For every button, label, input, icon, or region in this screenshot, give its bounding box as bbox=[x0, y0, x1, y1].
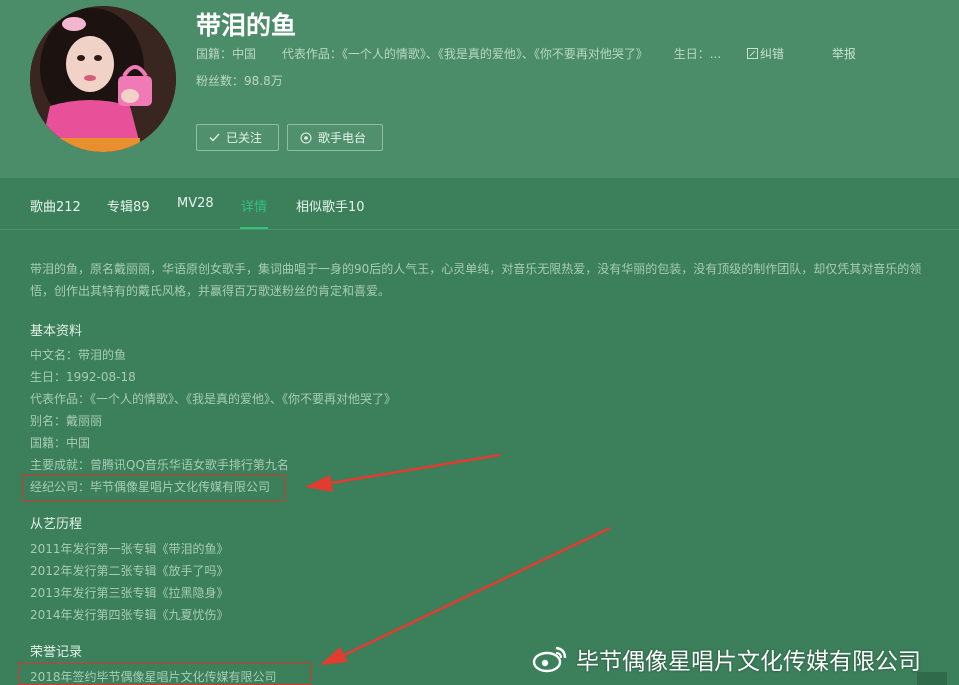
info-alias: 别名：戴丽丽 bbox=[30, 414, 103, 428]
radio-button-label: 歌手电台 bbox=[318, 131, 367, 145]
career-item: 2011年发行第一张专辑《带泪的鱼》 bbox=[30, 542, 229, 556]
honor-highlight-box bbox=[18, 663, 311, 685]
follow-button[interactable]: 已关注 bbox=[196, 124, 279, 151]
check-icon bbox=[209, 133, 220, 142]
tab-details[interactable]: 详情 bbox=[241, 196, 267, 215]
singer-works[interactable]: 代表作品：《一个人的情歌》、《我是真的爱他》、《你不要再对他哭了》 bbox=[282, 47, 648, 61]
singer-birthday: 生日：... bbox=[673, 47, 722, 61]
singer-origin: 国籍：中国 bbox=[196, 47, 257, 61]
fans-count: 粉丝数：98.8万 bbox=[196, 74, 283, 88]
arrow-to-agency bbox=[305, 453, 501, 492]
report-error-label: 纠错 bbox=[759, 47, 784, 61]
info-achievement: 主要成就：曾腾讯QQ音乐华语女歌手排行第九名 bbox=[30, 458, 289, 472]
active-tab-indicator bbox=[240, 227, 268, 229]
info-works: 代表作品：《一个人的情歌》、《我是真的爱他》、《你不要再对他哭了》 bbox=[30, 392, 397, 406]
singer-avatar[interactable] bbox=[30, 6, 176, 152]
singer-meta: 国籍：中国 代表作品：《一个人的情歌》、《我是真的爱他》、《你不要再对他哭了》 … bbox=[196, 45, 878, 62]
radio-button[interactable]: 歌手电台 bbox=[287, 124, 383, 151]
career-item: 2012年发行第二张专辑《放手了吗》 bbox=[30, 564, 229, 578]
info-chinese-name: 中文名：带泪的鱼 bbox=[30, 348, 127, 362]
career-item: 2014年发行第四张专辑《九夏忧伤》 bbox=[30, 608, 229, 622]
singer-intro: 带泪的鱼，原名戴丽丽，华语原创女歌手，集词曲唱于一身的90后的人气王，心灵单纯，… bbox=[30, 258, 935, 302]
edit-icon bbox=[746, 48, 758, 59]
career-item: 2013年发行第三张专辑《拉黑隐身》 bbox=[30, 586, 229, 600]
weibo-logo-icon bbox=[532, 645, 568, 673]
tab-albums[interactable]: 专辑89 bbox=[107, 196, 150, 215]
intro-line-2: 悟，创作出其特有的戴氏风格，并赢得百万歌迷粉丝的肯定和喜爱。 bbox=[30, 284, 391, 298]
report-link[interactable]: 举报 bbox=[832, 47, 856, 61]
agency-highlight-box bbox=[22, 474, 285, 501]
singer-name: 带泪的鱼 bbox=[196, 11, 297, 40]
tab-similar-singers[interactable]: 相似歌手10 bbox=[296, 196, 365, 215]
follow-button-label: 已关注 bbox=[226, 131, 263, 145]
report-error-link[interactable]: 纠错 bbox=[746, 47, 810, 61]
info-birthday: 生日：1992-08-18 bbox=[30, 370, 136, 384]
career-title: 从艺历程 bbox=[30, 517, 83, 532]
corner-block bbox=[917, 672, 947, 685]
singer-tabs: 歌曲212 专辑89 MV28 详情 相似歌手10 bbox=[0, 178, 959, 230]
watermark-text: 毕节偶像星唱片文化传媒有限公司 bbox=[576, 649, 921, 675]
tab-mv[interactable]: MV28 bbox=[177, 196, 214, 211]
info-nationality: 国籍：中国 bbox=[30, 436, 91, 450]
honors-title: 荣誉记录 bbox=[30, 645, 83, 660]
intro-line-1: 带泪的鱼，原名戴丽丽，华语原创女歌手，集词曲唱于一身的90后的人气王，心灵单纯，… bbox=[30, 262, 922, 276]
weibo-watermark: 毕节偶像星唱片文化传媒有限公司 bbox=[532, 642, 921, 676]
basic-info-title: 基本资料 bbox=[30, 324, 83, 339]
tab-songs[interactable]: 歌曲212 bbox=[30, 196, 81, 215]
radio-icon bbox=[300, 132, 312, 144]
